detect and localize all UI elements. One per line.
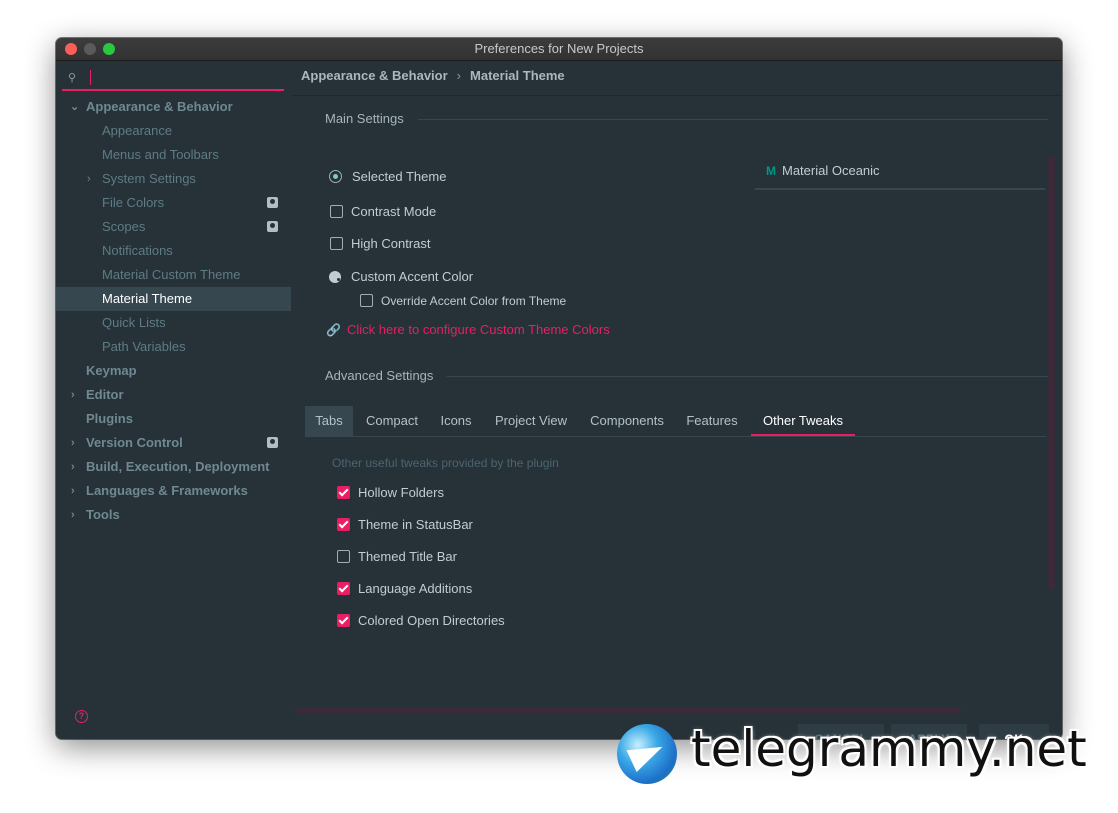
horizontal-scrollbar[interactable] <box>295 707 961 713</box>
project-level-icon <box>267 437 278 448</box>
checkbox[interactable] <box>330 237 343 250</box>
breadcrumb-current: Material Theme <box>470 68 565 83</box>
tab-project-view[interactable]: Project View <box>485 406 577 436</box>
tree-item-keymap[interactable]: Keymap <box>56 359 291 383</box>
watermark-text: telegrammy.net <box>691 720 1087 778</box>
checkbox[interactable] <box>337 518 350 531</box>
chevron-right-icon[interactable]: › <box>71 503 75 527</box>
tree-item-tools[interactable]: › Tools <box>56 503 291 527</box>
tab-compact[interactable]: Compact <box>357 406 427 436</box>
checkbox[interactable] <box>330 205 343 218</box>
settings-tree: ⌄ Appearance & Behavior Appearance Menus… <box>56 95 291 527</box>
theme-in-statusbar-checkbox[interactable]: Theme in StatusBar <box>337 517 473 532</box>
project-level-icon <box>267 197 278 208</box>
tree-item-version-control[interactable]: › Version Control <box>56 431 291 455</box>
watermark: telegrammy.net <box>615 720 1115 788</box>
hollow-folders-checkbox[interactable]: Hollow Folders <box>337 485 444 500</box>
chevron-right-icon[interactable]: › <box>71 431 75 455</box>
theme-dropdown[interactable]: M Material Oceanic <box>755 154 1045 190</box>
tab-icons[interactable]: Icons <box>431 406 481 436</box>
chevron-down-icon[interactable]: ⌄ <box>70 95 79 119</box>
section-divider <box>447 376 1048 377</box>
checkbox[interactable] <box>337 582 350 595</box>
telegram-logo-icon <box>617 724 677 784</box>
tree-item-system-settings[interactable]: › System Settings <box>56 167 291 191</box>
tab-features[interactable]: Features <box>677 406 747 436</box>
tweaks-hint: Other useful tweaks provided by the plug… <box>332 456 559 470</box>
override-accent-checkbox[interactable]: Override Accent Color from Theme <box>360 294 566 308</box>
radio-button[interactable] <box>329 170 342 183</box>
settings-sidebar: ⚲ ⌄ Appearance & Behavior Appearance Men… <box>56 61 291 739</box>
project-level-icon <box>267 221 278 232</box>
palette-icon <box>329 271 341 283</box>
tab-other-tweaks[interactable]: Other Tweaks <box>751 406 855 436</box>
tree-item-file-colors[interactable]: File Colors <box>56 191 291 215</box>
text-caret <box>90 70 91 85</box>
tree-item-appearance[interactable]: Appearance <box>56 119 291 143</box>
tree-item-material-custom-theme[interactable]: Material Custom Theme <box>56 263 291 287</box>
tree-item-editor[interactable]: › Editor <box>56 383 291 407</box>
vertical-scrollbar[interactable] <box>1048 156 1055 590</box>
tree-item-material-theme[interactable]: Material Theme <box>56 287 291 311</box>
chevron-right-icon[interactable]: › <box>71 383 75 407</box>
chevron-right-icon[interactable]: › <box>87 167 91 191</box>
chevron-right-icon[interactable]: › <box>71 479 75 503</box>
tree-item-languages-frameworks[interactable]: › Languages & Frameworks <box>56 479 291 503</box>
section-divider <box>418 119 1048 120</box>
help-icon[interactable]: ? <box>75 710 88 723</box>
tree-item-appearance-behavior[interactable]: ⌄ Appearance & Behavior <box>56 95 291 119</box>
link-icon: 🔗 <box>326 323 341 337</box>
material-theme-icon: M <box>766 164 776 178</box>
maximize-window-button[interactable] <box>103 43 115 55</box>
breadcrumb: Appearance & Behavior › Material Theme <box>301 68 565 83</box>
high-contrast-checkbox[interactable]: High Contrast <box>330 236 430 251</box>
preferences-window: Preferences for New Projects ⚲ ⌄ Appeara… <box>56 38 1062 739</box>
tree-item-scopes[interactable]: Scopes <box>56 215 291 239</box>
checkbox[interactable] <box>337 614 350 627</box>
checkbox[interactable] <box>337 550 350 563</box>
search-icon: ⚲ <box>68 72 77 84</box>
settings-panel: Appearance & Behavior › Material Theme Mai… <box>292 61 1062 739</box>
checkbox[interactable] <box>337 486 350 499</box>
title-bar: Preferences for New Projects <box>56 38 1062 61</box>
contrast-mode-checkbox[interactable]: Contrast Mode <box>330 204 436 219</box>
close-window-button[interactable] <box>65 43 77 55</box>
tree-item-path-variables[interactable]: Path Variables <box>56 335 291 359</box>
chevron-right-icon[interactable]: › <box>71 455 75 479</box>
paper-plane-icon <box>626 735 668 773</box>
custom-accent-color[interactable]: Custom Accent Color <box>329 269 473 284</box>
tree-item-quick-lists[interactable]: Quick Lists <box>56 311 291 335</box>
breadcrumb-parent[interactable]: Appearance & Behavior <box>301 68 448 83</box>
tab-components[interactable]: Components <box>581 406 673 436</box>
themed-title-bar-checkbox[interactable]: Themed Title Bar <box>337 549 457 564</box>
tree-item-build-execution-deployment[interactable]: › Build, Execution, Deployment <box>56 455 291 479</box>
language-additions-checkbox[interactable]: Language Additions <box>337 581 472 596</box>
minimize-window-button[interactable] <box>84 43 96 55</box>
colored-open-directories-checkbox[interactable]: Colored Open Directories <box>337 613 505 628</box>
breadcrumb-separator: › <box>456 68 462 83</box>
material-theme-settings: Main Settings Selected Theme M Material O… <box>292 95 1062 686</box>
tab-tabs[interactable]: Tabs <box>305 406 353 436</box>
tree-item-notifications[interactable]: Notifications <box>56 239 291 263</box>
configure-theme-colors-link[interactable]: 🔗 Click here to configure Custom Theme Co… <box>326 322 610 337</box>
advanced-settings-title: Advanced Settings <box>325 368 434 383</box>
tree-item-menus-toolbars[interactable]: Menus and Toolbars <box>56 143 291 167</box>
window-title: Preferences for New Projects <box>474 41 644 56</box>
selected-theme-radio[interactable]: Selected Theme <box>329 169 446 184</box>
tree-item-plugins[interactable]: Plugins <box>56 407 291 431</box>
settings-search-input[interactable]: ⚲ <box>62 67 284 91</box>
main-settings-title: Main Settings <box>325 111 404 126</box>
checkbox[interactable] <box>360 294 373 307</box>
advanced-settings-tabs: Tabs Compact Icons Project View Componen… <box>305 406 1046 437</box>
